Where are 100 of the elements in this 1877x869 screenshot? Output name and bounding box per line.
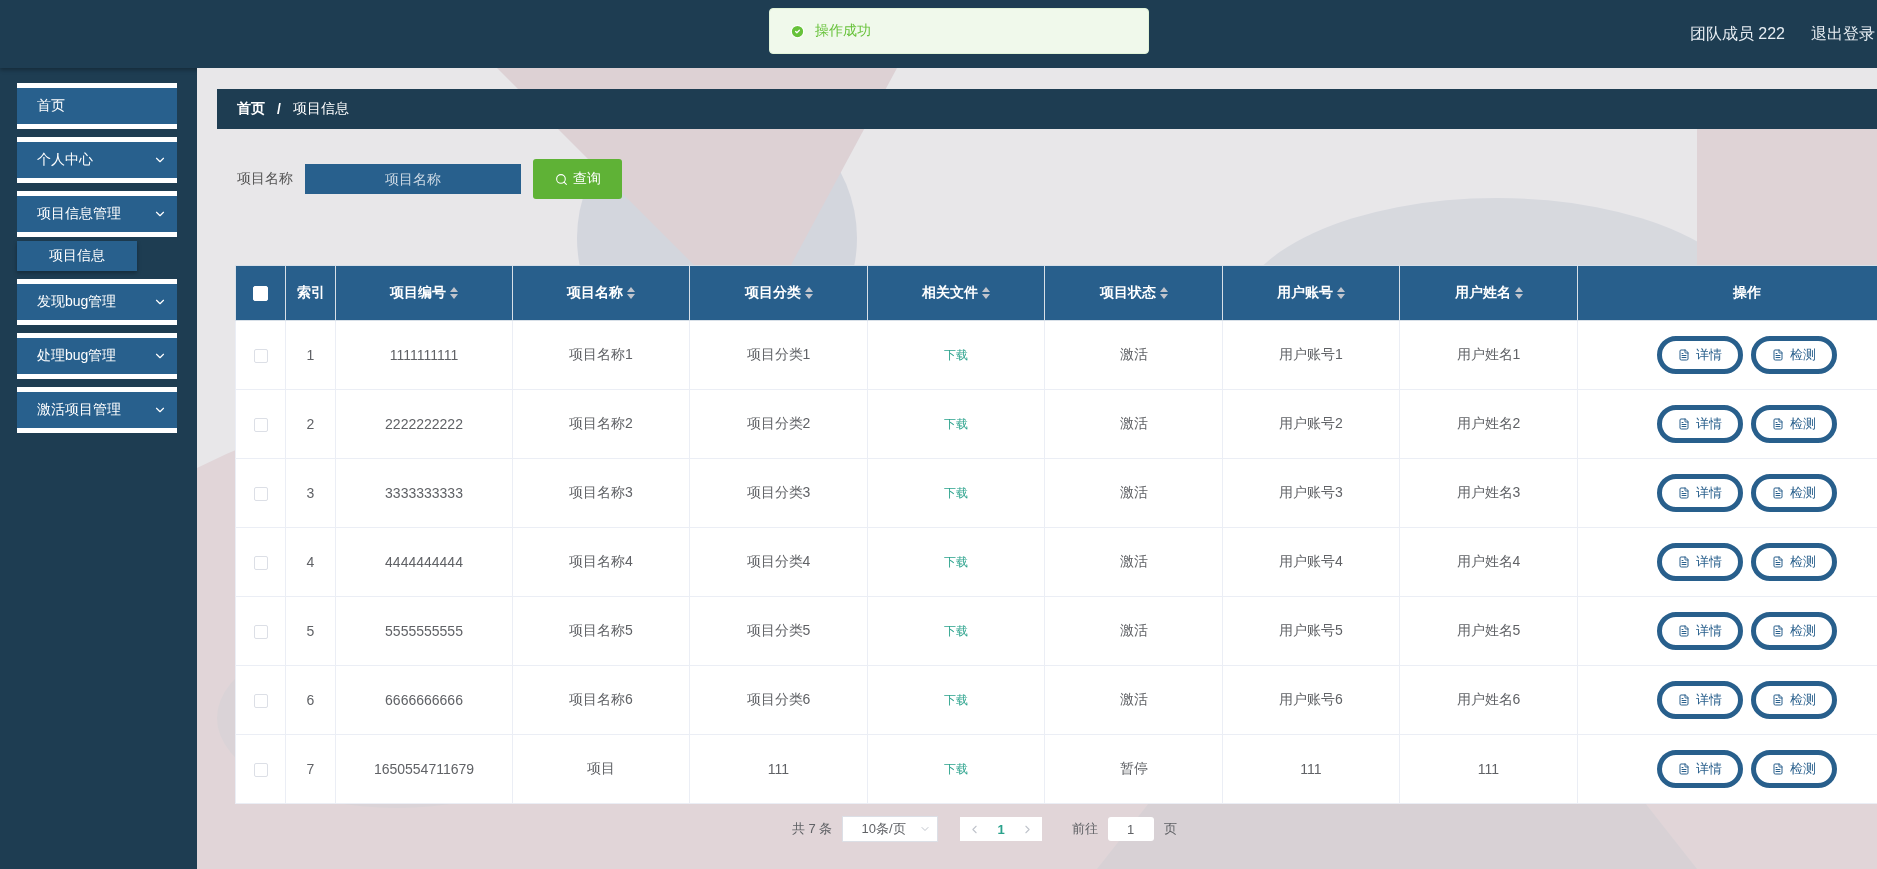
sidebar-item[interactable]: 处理bug管理 — [17, 333, 177, 379]
row-checkbox[interactable] — [253, 694, 268, 709]
table-cell: 1 — [306, 347, 315, 363]
column-header[interactable]: 项目编号 — [390, 284, 458, 302]
table-cell: 用户姓名4 — [1456, 553, 1521, 569]
document-icon — [1771, 349, 1784, 361]
breadcrumb-item: 项目信息 — [292, 100, 349, 118]
table-cell: 用户账号1 — [1279, 346, 1343, 362]
details-button[interactable]: 详情 — [1656, 474, 1743, 512]
column-header[interactable]: 项目状态 — [1099, 284, 1168, 302]
document-icon — [1771, 487, 1784, 499]
table-cell: 项目分类1 — [746, 346, 811, 362]
table-cell: 4444444444 — [385, 554, 463, 570]
user-name: 团队成员 222 — [1689, 23, 1785, 44]
document-icon — [1677, 556, 1690, 568]
table-cell: 111 — [1477, 761, 1500, 777]
breadcrumb-separator: / — [277, 101, 281, 117]
table-cell: 5 — [306, 623, 315, 639]
check-button[interactable]: 检测 — [1750, 750, 1837, 788]
table-cell: 项目名称1 — [569, 346, 633, 362]
table-cell: 2 — [306, 416, 315, 432]
document-icon — [1677, 694, 1690, 706]
sort-icon — [1514, 287, 1523, 299]
table-cell: 用户账号3 — [1279, 484, 1343, 500]
check-button[interactable]: 检测 — [1750, 681, 1837, 719]
table-cell: 项目分类3 — [746, 484, 811, 500]
sidebar-item[interactable]: 项目信息管理 — [17, 191, 177, 237]
table-cell: 用户姓名5 — [1456, 622, 1521, 638]
details-button[interactable]: 详情 — [1656, 681, 1743, 719]
table-cell: 激活 — [1119, 691, 1148, 707]
table-cell: 项目名称4 — [569, 553, 633, 569]
logout-link[interactable]: 退出登录 — [1811, 23, 1875, 45]
select-all-checkbox[interactable] — [253, 286, 268, 302]
document-icon — [1771, 418, 1784, 430]
row-checkbox[interactable] — [253, 625, 268, 640]
column-header[interactable]: 用户账号 — [1277, 284, 1345, 302]
check-button[interactable]: 检测 — [1750, 543, 1837, 581]
sort-icon — [450, 287, 458, 299]
details-button[interactable]: 详情 — [1656, 543, 1743, 581]
document-icon — [1771, 625, 1784, 637]
document-icon — [1677, 487, 1690, 499]
check-icon — [790, 23, 805, 39]
column-header[interactable]: 相关文件 — [922, 284, 990, 302]
check-button[interactable]: 检测 — [1750, 474, 1837, 512]
table-cell: 激活 — [1119, 415, 1148, 431]
table-cell: 用户姓名1 — [1456, 346, 1521, 362]
sort-icon — [627, 287, 635, 299]
table-cell: 用户姓名6 — [1456, 691, 1521, 707]
toast-message: 操作成功 — [815, 22, 871, 40]
table-cell: 7 — [306, 761, 315, 777]
document-icon — [1771, 694, 1784, 706]
details-button[interactable]: 详情 — [1656, 336, 1743, 374]
table-cell: 3333333333 — [385, 485, 463, 501]
column-header[interactable]: 项目分类 — [744, 284, 813, 302]
table-cell: 项目名称2 — [569, 415, 633, 431]
table-cell: 2222222222 — [385, 416, 463, 432]
sidebar-item[interactable]: 首页 — [17, 83, 177, 129]
document-icon — [1677, 418, 1690, 430]
table-cell: 激活 — [1119, 553, 1148, 569]
column-header: 操作 — [1732, 284, 1761, 302]
check-button[interactable]: 检测 — [1750, 336, 1837, 374]
table-cell: 用户账号2 — [1279, 415, 1343, 431]
details-button[interactable]: 详情 — [1656, 750, 1743, 788]
sidebar-item[interactable]: 发现bug管理 — [17, 279, 177, 325]
sort-icon — [982, 287, 990, 299]
sidebar-subitem[interactable]: 项目信息 — [17, 241, 137, 271]
sidebar-item[interactable]: 个人中心 — [17, 137, 177, 183]
total-count: 共 7 条 — [792, 820, 833, 838]
table-cell: 激活 — [1119, 346, 1148, 362]
table-cell: 6 — [306, 692, 315, 708]
row-checkbox[interactable] — [253, 556, 268, 571]
row-checkbox[interactable] — [253, 349, 268, 364]
table-cell: 激活 — [1119, 484, 1148, 500]
page-size-select[interactable]: 10条/页 — [842, 816, 939, 842]
table-cell: 项目分类4 — [746, 553, 811, 569]
table-cell: 项目分类2 — [746, 415, 811, 431]
details-button[interactable]: 详情 — [1656, 405, 1743, 443]
table-cell: 111 — [767, 761, 790, 777]
table-cell: 3 — [306, 485, 315, 501]
table-cell: 1650554711679 — [373, 761, 475, 777]
column-header[interactable]: 项目名称 — [567, 284, 635, 302]
table-cell: 项目名称3 — [569, 484, 633, 500]
table-cell: 用户账号4 — [1279, 553, 1343, 569]
search-field[interactable]: 项目名称 — [305, 164, 521, 194]
details-button[interactable]: 详情 — [1656, 612, 1743, 650]
table-cell: 暂停 — [1119, 760, 1148, 776]
goto-page-field[interactable]: 1 — [1107, 817, 1154, 841]
row-checkbox[interactable] — [253, 763, 268, 778]
table-cell: 用户账号6 — [1279, 691, 1343, 707]
table-cell: 4 — [306, 554, 315, 570]
column-header[interactable]: 用户姓名 — [1454, 284, 1523, 302]
sidebar-item[interactable]: 激活项目管理 — [17, 387, 177, 433]
check-button[interactable]: 检测 — [1750, 405, 1837, 443]
document-icon — [1677, 763, 1690, 775]
check-button[interactable]: 检测 — [1750, 612, 1837, 650]
row-checkbox[interactable] — [253, 487, 268, 502]
table-cell: 项目名称6 — [569, 691, 633, 707]
breadcrumb-item[interactable]: 首页 — [237, 100, 265, 118]
row-checkbox[interactable] — [253, 418, 268, 433]
table-cell: 6666666666 — [385, 692, 463, 708]
